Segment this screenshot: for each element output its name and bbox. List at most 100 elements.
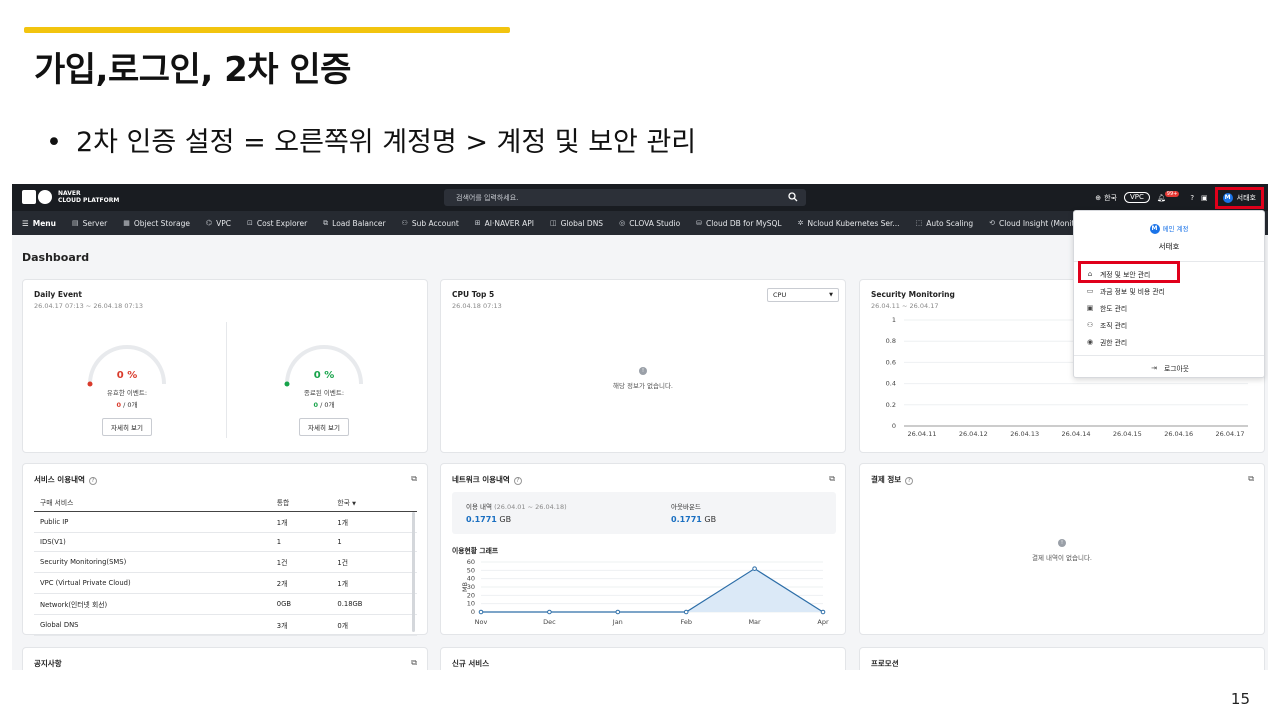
detail-button[interactable]: 자세히 보기	[299, 418, 349, 436]
help-icon[interactable]: ?	[88, 477, 97, 485]
menu-item-ai-naver-api[interactable]: ⊞ AI·NAVER API	[475, 219, 534, 228]
x-tick-label: Mar	[748, 618, 761, 626]
server-icon: ▤	[71, 219, 79, 227]
search-icon[interactable]	[788, 192, 798, 202]
service-usage-card: 서비스 이용내역? ⧉ 구매 서비스 통합 한국 ▼ Public IP 1개 1개…	[22, 463, 428, 636]
external-link-icon[interactable]: ⧉	[411, 474, 417, 484]
detail-button[interactable]: 자세히 보기	[102, 418, 152, 436]
organization-icon: ⚇	[1086, 321, 1094, 329]
table-row: Network(인터넷 회선) 0GB 0.18GB	[34, 593, 417, 615]
permission-icon: ◉	[1086, 338, 1094, 346]
cost-icon: ⊡	[247, 219, 253, 227]
notification-button[interactable]: 🔔︎ 99+	[1157, 190, 1183, 202]
usage-value: 0.1771	[466, 515, 497, 524]
menu-item-kubernetes[interactable]: ✲ Ncloud Kubernetes Ser...	[798, 219, 900, 228]
menu-item-load-balancer[interactable]: ⧉ Load Balancer	[323, 219, 385, 228]
x-tick-label: 26.04.16	[1164, 430, 1193, 438]
new-service-card: 신규 서비스	[440, 647, 846, 670]
data-point	[547, 609, 552, 615]
menu-item-permission[interactable]: ◉ 권한 관리	[1086, 337, 1127, 347]
usage-summary: 이용 내역 (26.04.01 ~ 26.04.18) 0.1771 GB	[466, 503, 567, 524]
security-title: Security Monitoring	[871, 290, 955, 299]
notice-title: 공지사항	[34, 659, 62, 668]
menu-item-sub-account[interactable]: ⚇ Sub Account	[402, 219, 459, 228]
y-tick-label: 1	[892, 316, 896, 324]
table-scrollbar[interactable]	[412, 512, 415, 632]
menu-item-cloud-db-mysql[interactable]: ⛁ Cloud DB for MySQL	[696, 219, 781, 228]
menu-item-auto-scaling[interactable]: ⬚ Auto Scaling	[916, 219, 974, 228]
top-bar: NAVER CLOUD PLATFORM 검색어를 입력하세요. ⊕ 한국 VPC…	[12, 184, 1268, 211]
bullet-text: 2차 인증 설정 = 오른쪽위 계정명 > 계정 및 보안 관리	[75, 127, 697, 158]
menu-item-billing[interactable]: ▭ 과금 정보 및 비용 관리	[1086, 286, 1165, 296]
naver-cloud-logo[interactable]: NAVER CLOUD PLATFORM	[22, 190, 119, 204]
logout-button[interactable]: ⇥ 로그아웃	[1150, 363, 1189, 373]
bookmark-button[interactable]: ▣	[1201, 194, 1208, 202]
closed-events-gauge: 0 % 종료된 이벤트: 0 / 0개 자세히 보기	[274, 340, 374, 436]
menu-item-server[interactable]: ▤ Server	[72, 219, 107, 228]
slide-title: 가입,로그인, 2차 인증	[34, 50, 351, 90]
auto-scaling-icon: ⬚	[915, 219, 923, 227]
hamburger-icon: ☰	[22, 218, 29, 228]
user-account-button[interactable]: M 서태호	[1214, 186, 1264, 209]
billing-icon: ▭	[1086, 287, 1094, 295]
y-tick-label: 0.8	[886, 337, 896, 345]
y-tick-label: 50	[467, 566, 475, 574]
caret-down-icon: ▼	[352, 501, 356, 507]
help-icon[interactable]: ?	[513, 477, 522, 485]
menu-item-object-storage[interactable]: ▦ Object Storage	[123, 219, 190, 228]
daily-event-title: Daily Event	[34, 290, 82, 299]
help-button[interactable]: ?	[1190, 194, 1194, 202]
gauge-count: 0 / 0개	[313, 401, 335, 409]
menu-item-clova-studio[interactable]: ◎ CLOVA Studio	[619, 219, 680, 228]
vpc-icon: ⌬	[205, 219, 213, 227]
help-icon[interactable]: ?	[905, 477, 914, 485]
active-events-gauge: 0 % 유효한 이벤트: 0 / 0개 자세히 보기	[77, 340, 177, 436]
service-usage-title: 서비스 이용내역?	[34, 474, 97, 485]
limit-icon: ▣	[1086, 304, 1094, 312]
menu-button[interactable]: ☰ Menu	[22, 219, 56, 228]
data-point	[683, 609, 689, 615]
column-header: 통합	[270, 493, 332, 512]
menu-item-cloud-insight[interactable]: ⟲ Cloud Insight (Monit	[989, 219, 1074, 228]
data-point	[820, 609, 826, 615]
cpu-top5-date: 26.04.18 07:13	[452, 302, 502, 310]
caret-down-icon: ▼	[829, 292, 833, 298]
external-link-icon[interactable]: ⧉	[411, 658, 417, 668]
language-selector[interactable]: ⊕ 한국	[1095, 193, 1117, 203]
menu-item-organization[interactable]: ⚇ 조직 관리	[1086, 320, 1127, 330]
security-period: 26.04.11 ~ 26.04.17	[871, 302, 939, 310]
table-row: VPC (Virtual Private Cloud) 2개 1개	[34, 572, 417, 594]
daily-event-card: Daily Event 26.04.17 07:13 ~ 26.04.18 07…	[22, 279, 428, 453]
menu-item-cost-explorer[interactable]: ⊡ Cost Explorer	[247, 219, 307, 228]
table-row: IDS(V1) 1 1	[34, 532, 417, 552]
page-number: 15	[1230, 690, 1250, 708]
menu-item-vpc[interactable]: ⌬ VPC	[206, 219, 231, 228]
menu-item-limit[interactable]: ▣ 한도 관리	[1086, 303, 1128, 313]
empty-message: 해당 정보가 없습니다.	[612, 382, 674, 390]
highlight-box	[1078, 261, 1180, 283]
x-tick-label: 26.04.13	[1010, 430, 1039, 438]
x-tick-label: 26.04.14	[1062, 430, 1091, 438]
external-link-icon[interactable]: ⧉	[829, 474, 835, 484]
x-tick-label: Apr	[817, 618, 829, 626]
logo-mark-icon	[22, 190, 52, 204]
platform-pill[interactable]: VPC	[1123, 192, 1150, 203]
column-header-region[interactable]: 한국 ▼	[331, 493, 417, 512]
metric-select[interactable]: CPU ▼	[767, 288, 839, 302]
api-icon: ⊞	[474, 219, 481, 227]
console-screenshot: NAVER CLOUD PLATFORM 검색어를 입력하세요. ⊕ 한국 VPC…	[12, 184, 1268, 670]
sub-account-icon: ⚇	[401, 219, 408, 227]
external-link-icon[interactable]: ⧉	[1248, 474, 1254, 484]
network-title: 네트워크 이용내역?	[452, 474, 522, 485]
search-input[interactable]: 검색어를 입력하세요.	[444, 189, 806, 206]
language-label: 한국	[1104, 193, 1117, 202]
menu-item-global-dns[interactable]: ◫ Global DNS	[550, 219, 603, 228]
dns-icon: ◫	[549, 219, 557, 227]
help-icon: ?	[1190, 193, 1195, 202]
y-tick-label: 10	[467, 600, 475, 608]
x-tick-label: 26.04.12	[959, 430, 988, 438]
kubernetes-icon: ✲	[797, 219, 804, 227]
y-tick-label: 0.4	[886, 380, 896, 388]
data-point	[752, 566, 757, 571]
clova-icon: ◎	[619, 219, 626, 227]
